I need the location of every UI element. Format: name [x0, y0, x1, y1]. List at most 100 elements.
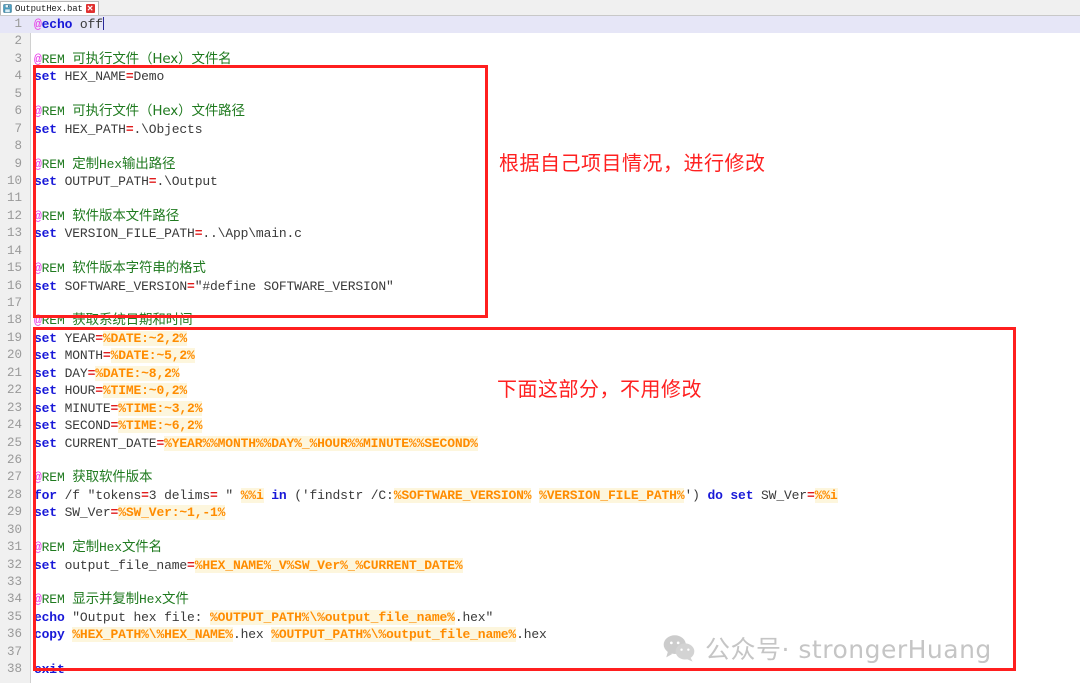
code-line[interactable]: 3 @REM 可执行文件（Hex）文件名 [0, 51, 1080, 68]
code-token: output_file_name [56, 557, 188, 573]
code-token: @ [34, 208, 42, 224]
code-token: set [34, 383, 57, 399]
code-token: copy [34, 627, 65, 643]
code-token: echo [34, 609, 65, 625]
code-token: 定制 [72, 539, 99, 556]
code-token: %TIME:~0,2% [102, 383, 188, 399]
code-token: REM [41, 156, 73, 172]
code-line[interactable]: 27 @REM 获取软件版本 [0, 469, 1080, 486]
code-token: %OUTPUT_PATH% [209, 609, 310, 625]
code-token: 显示并复制 [72, 591, 140, 608]
code-line[interactable]: 35 echo "Output hex file: %OUTPUT_PATH%\%… [0, 609, 1080, 626]
code-token [102, 17, 104, 30]
code-token: 获取软件版本 [72, 469, 153, 486]
code-line[interactable]: 19 set YEAR=%DATE:~2,2% [0, 330, 1080, 347]
code-line[interactable]: 36 copy %HEX_PATH%\%HEX_NAME%.hex %OUTPUT… [0, 626, 1080, 643]
code-line[interactable]: 24 set SECOND=%TIME:~6,2% [0, 417, 1080, 434]
code-token: set [34, 435, 57, 451]
code-token: = [125, 69, 134, 85]
line-number: 36 [6, 627, 22, 642]
code-token: set [34, 400, 57, 416]
code-token: "Output hex file: [64, 609, 210, 625]
code-line[interactable]: 33 [0, 574, 1080, 591]
code-line[interactable]: 30 [0, 522, 1080, 539]
code-line[interactable]: 31 @REM 定制Hex文件名 [0, 539, 1080, 556]
code-line[interactable]: 20 set MONTH=%DATE:~5,2% [0, 347, 1080, 364]
code-token: %HEX_NAME% [194, 557, 272, 573]
code-line[interactable]: 18 @REM 获取系统日期和时间 [0, 312, 1080, 329]
line-number: 37 [6, 644, 22, 659]
code-token: ('findstr /C: [286, 487, 394, 503]
code-line[interactable]: 7 set HEX_PATH=.\Objects [0, 121, 1080, 138]
line-number: 8 [14, 139, 22, 154]
code-line[interactable]: 2 [0, 33, 1080, 50]
code-line[interactable]: 12 @REM 软件版本文件路径 [0, 208, 1080, 225]
code-line[interactable]: 6 @REM 可执行文件（Hex）文件路径 [0, 103, 1080, 120]
code-line[interactable]: 23 set MINUTE=%TIME:~3,2% [0, 400, 1080, 417]
code-line-text: @REM 获取系统日期和时间 [26, 312, 1080, 329]
code-line-text: set SOFTWARE_VERSION="#define SOFTWARE_V… [26, 278, 1080, 295]
code-line[interactable]: 11 [0, 190, 1080, 207]
code-token: HEX_PATH [56, 121, 126, 137]
code-line-text: set SW_Ver=%SW_Ver:~1,-1% [26, 504, 1080, 521]
code-token: 定制 [72, 155, 99, 172]
code-token: DAY [56, 365, 88, 381]
code-line[interactable]: 5 [0, 86, 1080, 103]
code-token: 3 delims [148, 487, 211, 503]
code-line-text: exit [26, 661, 1080, 678]
code-token: set [34, 173, 57, 189]
line-number: 22 [6, 383, 22, 398]
code-token: 软件版本文件路径 [72, 207, 180, 224]
code-token: 可执行文件（Hex）文件名 [72, 50, 232, 67]
code-token: YEAR [56, 330, 96, 346]
code-token: %OUTPUT_PATH% [271, 627, 371, 643]
line-number: 18 [6, 313, 22, 328]
line-number: 1 [14, 17, 22, 31]
code-token: Demo [133, 69, 165, 85]
line-number: 12 [6, 208, 22, 223]
code-token: %DATE:~5,2% [110, 348, 195, 364]
code-line[interactable]: 15 @REM 软件版本字符串的格式 [0, 260, 1080, 277]
code-token: = [210, 487, 218, 503]
code-token: Hex [139, 592, 162, 608]
code-line-text: set MONTH=%DATE:~5,2% [26, 347, 1080, 364]
code-line[interactable]: 38 exit [0, 661, 1080, 678]
code-line-text: set CURRENT_DATE=%YEAR%%MONTH%%DAY%_%HOU… [26, 435, 1080, 452]
code-token: %CURRENT_DATE% [355, 557, 463, 573]
code-line[interactable]: 34 @REM 显示并复制Hex文件 [0, 591, 1080, 608]
code-line[interactable]: 16 set SOFTWARE_VERSION="#define SOFTWARE… [0, 278, 1080, 295]
code-line[interactable]: 25 set CURRENT_DATE=%YEAR%%MONTH%%DAY%_%H… [0, 435, 1080, 452]
code-line-text: @REM 显示并复制Hex文件 [26, 591, 1080, 608]
line-number: 23 [6, 400, 22, 415]
code-token: = [95, 330, 103, 346]
code-line[interactable]: 37 [0, 644, 1080, 661]
line-number: 11 [6, 191, 22, 206]
close-icon[interactable]: ✕ [85, 4, 95, 13]
code-token: set [34, 330, 57, 346]
code-line[interactable]: 14 [0, 243, 1080, 260]
code-line[interactable]: 26 [0, 452, 1080, 469]
code-editor[interactable]: 1 @echo off 2 3 @REM 可执行文件（Hex）文件名 4 set HEX_N… [0, 16, 1080, 683]
code-content[interactable]: 1 @echo off 2 3 @REM 可执行文件（Hex）文件名 4 set HEX_N… [0, 16, 1080, 683]
code-line[interactable]: 29 set SW_Ver=%SW_Ver:~1,-1% [0, 504, 1080, 521]
code-token: %VERSION_FILE_PATH% [539, 487, 685, 503]
code-token: echo [41, 17, 73, 32]
code-line[interactable]: 28 for /f "tokens=3 delims= " %%i in ('fi… [0, 487, 1080, 504]
code-token: CURRENT_DATE [56, 435, 157, 451]
line-number: 32 [6, 557, 22, 572]
code-line[interactable]: 17 [0, 295, 1080, 312]
tab-outputhex-bat[interactable]: OutputHex.bat ✕ [0, 1, 99, 15]
code-line[interactable]: 1 @echo off [0, 16, 1080, 34]
line-number: 4 [14, 69, 22, 84]
line-number: 28 [6, 487, 22, 502]
code-token: for [34, 487, 57, 503]
code-line[interactable]: 32 set output_file_name=%HEX_NAME%_V%SW_V… [0, 557, 1080, 574]
code-token: %DATE:~8,2% [95, 365, 180, 381]
code-line[interactable]: 4 set HEX_NAME=Demo [0, 68, 1080, 85]
code-token: set [34, 557, 57, 573]
code-token: Hex [98, 156, 122, 172]
code-line[interactable]: 13 set VERSION_FILE_PATH=..\App\main.c [0, 225, 1080, 242]
code-token: .hex [232, 627, 272, 643]
code-token: .\Output [156, 173, 218, 189]
